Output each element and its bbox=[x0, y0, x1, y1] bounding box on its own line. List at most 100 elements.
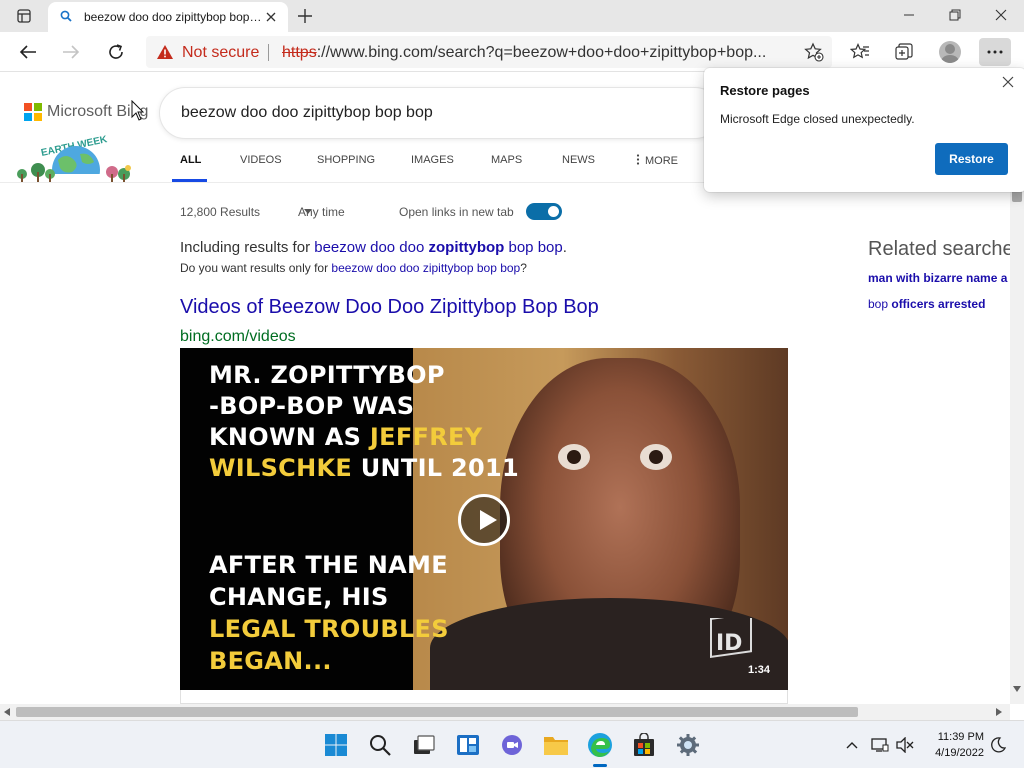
not-secure-label[interactable]: Not secure bbox=[182, 44, 259, 62]
settings-button[interactable] bbox=[674, 731, 702, 759]
scope-shopping[interactable]: SHOPPING bbox=[317, 154, 375, 178]
video-caption-line: MR. ZOPITTYBOP bbox=[209, 360, 445, 392]
video-caption-line: -BOP-BOP WAS bbox=[209, 391, 414, 423]
navigation-bar: Not secure https://www.bing.com/search?q… bbox=[0, 32, 1024, 72]
earth-globe-icon: EARTH WEEK bbox=[14, 134, 140, 194]
including-link-bold: zopittybop bbox=[428, 239, 505, 256]
close-window-button[interactable] bbox=[978, 0, 1024, 30]
chat-button[interactable] bbox=[498, 731, 526, 759]
scroll-down-arrow-icon[interactable] bbox=[1013, 686, 1021, 692]
tab-actions-button[interactable] bbox=[10, 5, 38, 27]
windows-start-icon bbox=[325, 734, 347, 756]
related-search-link[interactable]: bop officers arrested bbox=[868, 297, 985, 311]
microsoft-logo-icon bbox=[24, 103, 42, 121]
file-explorer-button[interactable] bbox=[542, 731, 570, 759]
more-horizontal-icon bbox=[987, 50, 1003, 54]
widgets-button[interactable] bbox=[454, 731, 482, 759]
edge-taskbar-button[interactable] bbox=[586, 731, 614, 759]
settings-menu-button[interactable] bbox=[979, 38, 1011, 66]
horizontal-scroll-thumb[interactable] bbox=[16, 707, 858, 717]
related-searches-title: Related searches bbox=[868, 238, 1010, 260]
volume-button[interactable] bbox=[895, 735, 915, 755]
favorites-star-icon bbox=[850, 43, 869, 59]
restore-button[interactable]: Restore bbox=[935, 143, 1008, 175]
scope-all[interactable]: ALL bbox=[180, 154, 201, 178]
chevron-up-icon bbox=[846, 742, 858, 749]
collections-button[interactable] bbox=[889, 38, 919, 66]
caption-yellow: BEGAN... bbox=[209, 647, 332, 675]
search-favicon-icon bbox=[60, 10, 72, 22]
start-button[interactable] bbox=[322, 731, 350, 759]
profile-button[interactable] bbox=[935, 38, 965, 66]
spelling-alternative: Do you want results only for beezow doo … bbox=[180, 261, 527, 275]
minimize-button[interactable] bbox=[886, 0, 932, 30]
refresh-button[interactable] bbox=[101, 38, 131, 66]
scope-videos[interactable]: VIDEOS bbox=[240, 154, 282, 178]
network-button[interactable] bbox=[870, 735, 890, 755]
maximize-button[interactable] bbox=[932, 0, 978, 30]
scope-maps[interactable]: MAPS bbox=[491, 154, 522, 178]
chat-icon bbox=[502, 735, 522, 755]
task-view-icon bbox=[414, 735, 435, 754]
browser-tab[interactable]: beezow doo doo zipittybop bop bop bbox=[48, 2, 288, 32]
tab-title: beezow doo doo zipittybop bop bop bbox=[84, 10, 264, 24]
related-search-link[interactable]: man with bizarre name a bbox=[868, 271, 1007, 285]
alt-link[interactable]: beezow doo doo zipittybop bop bop bbox=[331, 261, 520, 275]
tab-close-icon[interactable] bbox=[264, 10, 278, 24]
mouse-cursor-icon bbox=[131, 100, 145, 121]
result-title-link[interactable]: Videos of Beezow Doo Doo Zipittybop Bop … bbox=[180, 296, 599, 319]
tab-actions-icon bbox=[17, 9, 31, 23]
forward-button[interactable] bbox=[56, 38, 86, 66]
video-caption-line: LEGAL TROUBLES bbox=[209, 614, 449, 646]
restore-popup-message: Microsoft Edge closed unexpectedly. bbox=[720, 112, 915, 126]
back-arrow-icon bbox=[19, 45, 36, 59]
restore-pages-popup: Restore pages Microsoft Edge closed unex… bbox=[704, 68, 1024, 192]
search-box[interactable]: beezow doo doo zipittybop bop bop bbox=[160, 88, 720, 138]
task-view-button[interactable] bbox=[410, 731, 438, 759]
caption-white: UNTIL 2011 bbox=[352, 454, 520, 482]
url-text[interactable]: https://www.bing.com/search?q=beezow+doo… bbox=[282, 44, 802, 62]
bing-logo[interactable]: Microsoft Bing bbox=[24, 103, 148, 121]
folder-icon bbox=[544, 737, 568, 755]
logo-square-red bbox=[24, 103, 32, 111]
related-link-bold: officers arrested bbox=[891, 297, 986, 311]
moon-notification-icon bbox=[991, 737, 1006, 753]
result-url[interactable]: bing.com/videos bbox=[180, 328, 296, 346]
time-filter[interactable]: Any time bbox=[298, 205, 345, 219]
edge-icon bbox=[588, 733, 612, 757]
time-filter-label: Any time bbox=[298, 205, 345, 219]
minimize-icon bbox=[904, 14, 914, 16]
video-caption-line: CHANGE, HIS bbox=[209, 582, 389, 614]
warning-icon bbox=[157, 45, 173, 59]
active-app-indicator bbox=[593, 764, 607, 767]
horizontal-scrollbar[interactable] bbox=[0, 704, 1010, 720]
refresh-icon bbox=[109, 44, 123, 59]
back-button[interactable] bbox=[13, 38, 43, 66]
scroll-left-arrow-icon[interactable] bbox=[4, 708, 10, 716]
play-button-icon[interactable] bbox=[458, 494, 510, 546]
scope-more[interactable]: MORE bbox=[636, 154, 678, 179]
scope-images[interactable]: IMAGES bbox=[411, 154, 454, 178]
scroll-right-arrow-icon[interactable] bbox=[996, 708, 1002, 716]
caption-white: AFTER THE NAME bbox=[209, 551, 448, 579]
tab-strip: beezow doo doo zipittybop bop bop bbox=[0, 0, 1024, 32]
avatar bbox=[939, 41, 961, 63]
new-tab-icon[interactable] bbox=[294, 6, 316, 26]
open-new-tab-toggle[interactable] bbox=[526, 203, 562, 220]
close-icon[interactable] bbox=[1000, 74, 1016, 90]
store-button[interactable] bbox=[630, 731, 658, 759]
show-hidden-icons-button[interactable] bbox=[842, 735, 862, 755]
notifications-button[interactable] bbox=[988, 735, 1008, 755]
add-favorite-icon[interactable] bbox=[804, 42, 824, 62]
search-query[interactable]: beezow doo doo zipittybop bop bop bbox=[181, 104, 433, 122]
favorites-button[interactable] bbox=[845, 38, 875, 66]
video-thumbnail[interactable]: MR. ZOPITTYBOP -BOP-BOP WAS KNOWN AS JEF… bbox=[180, 348, 788, 690]
address-bar[interactable]: Not secure https://www.bing.com/search?q… bbox=[146, 36, 832, 68]
restore-popup-title: Restore pages bbox=[720, 83, 810, 98]
system-clock[interactable]: 11:39 PM 4/19/2022 bbox=[926, 729, 984, 761]
scope-news[interactable]: NEWS bbox=[562, 154, 595, 178]
earth-week-doodle[interactable]: EARTH WEEK bbox=[14, 130, 140, 194]
caption-yellow: JEFFREY bbox=[369, 423, 483, 451]
taskbar-search-button[interactable] bbox=[366, 731, 394, 759]
including-link[interactable]: beezow doo doo zopittybop bop bop bbox=[314, 239, 562, 256]
